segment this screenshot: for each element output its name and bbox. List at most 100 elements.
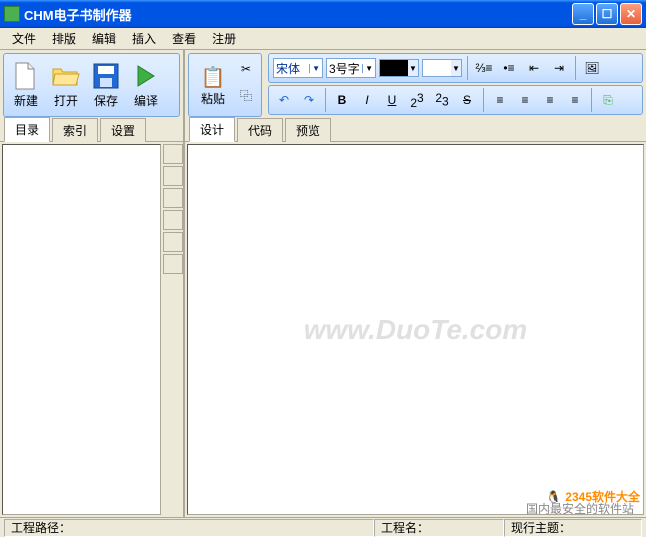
left-tabs: 目录 索引 设置 [0,120,183,142]
side-btn-5[interactable] [163,232,183,252]
font-family-combo[interactable]: 宋体▼ [273,58,323,78]
copy-icon: ⿻ [240,87,252,104]
outdent-icon: ⇤ [529,61,539,75]
chevron-down-icon: ▼ [408,60,418,76]
format-toolbar-row1: 宋体▼ 3号字▼ ▼ ▼ ⅔≡ •≡ ⇤ ⇥ 🖼 [268,53,643,83]
tab-toc[interactable]: 目录 [4,117,50,142]
tab-settings[interactable]: 设置 [100,118,146,142]
align-justify-button[interactable]: ≡ [564,89,586,111]
subscript-icon: 23 [435,91,448,108]
maximize-button[interactable]: ☐ [596,3,618,25]
insert-link-button[interactable]: ⎘ [597,89,619,111]
left-toolbar: 新建 打开 保存 编译 [3,53,180,117]
align-center-icon: ≡ [521,93,528,107]
tab-index[interactable]: 索引 [52,118,98,142]
side-btn-3[interactable] [163,188,183,208]
new-button[interactable]: 新建 [7,58,45,112]
undo-button[interactable]: ↶ [273,89,295,111]
right-tabs: 设计 代码 预览 [185,120,646,142]
side-btn-1[interactable] [163,144,183,164]
status-bar: 工程路径： 工程名： 现行主题： [0,517,646,537]
underline-icon: U [388,93,397,107]
font-size-combo[interactable]: 3号字▼ [326,58,376,78]
align-justify-icon: ≡ [571,93,578,107]
redo-icon: ↷ [304,93,314,107]
minimize-button[interactable]: _ [572,3,594,25]
status-current-topic: 现行主题： [504,519,642,537]
toc-side-buttons [163,142,183,517]
clipboard-icon: 📋 [201,65,226,90]
overlay-tagline: 国内最安全的软件站 [526,500,634,517]
strikethrough-icon: S [463,93,471,107]
chevron-down-icon: ▼ [309,64,320,73]
redo-button[interactable]: ↷ [298,89,320,111]
cut-button[interactable]: ✂ [235,58,257,80]
new-document-icon [12,62,40,90]
menu-register[interactable]: 注册 [204,28,244,49]
play-icon [132,62,160,90]
side-btn-6[interactable] [163,254,183,274]
numbered-list-button[interactable]: ⅔≡ [473,57,495,79]
separator [325,88,326,112]
paste-toolbar: 📋 粘贴 ✂ ⿻ [188,53,262,117]
align-right-button[interactable]: ≡ [539,89,561,111]
new-label: 新建 [14,92,38,109]
bullet-list-button[interactable]: •≡ [498,57,520,79]
separator [483,88,484,112]
side-btn-4[interactable] [163,210,183,230]
chevron-down-icon: ▼ [362,64,373,73]
menu-file[interactable]: 文件 [4,28,44,49]
tab-design[interactable]: 设计 [189,117,235,142]
save-button[interactable]: 保存 [87,58,125,112]
align-right-icon: ≡ [546,93,553,107]
strikethrough-button[interactable]: S [456,89,478,111]
tab-code[interactable]: 代码 [237,118,283,142]
left-content [0,142,183,517]
backcolor-picker[interactable]: ▼ [422,59,462,77]
align-left-button[interactable]: ≡ [489,89,511,111]
bold-icon: B [338,93,347,107]
outdent-button[interactable]: ⇤ [523,57,545,79]
subscript-button[interactable]: 23 [431,89,453,111]
undo-icon: ↶ [279,93,289,107]
scissors-icon: ✂ [241,62,251,76]
insert-image-button[interactable]: 🖼 [581,57,603,79]
menu-insert[interactable]: 插入 [124,28,164,49]
title-bar: CHM电子书制作器 _ ☐ ✕ [0,0,646,28]
forecolor-picker[interactable]: ▼ [379,59,419,77]
right-pane: 📋 粘贴 ✂ ⿻ 宋体▼ 3号字▼ ▼ ▼ ⅔≡ •≡ ⇤ [185,50,646,517]
separator [575,56,576,80]
superscript-icon: 23 [410,91,423,110]
indent-button[interactable]: ⇥ [548,57,570,79]
bold-button[interactable]: B [331,89,353,111]
copy-button[interactable]: ⿻ [235,84,257,106]
menu-view[interactable]: 查看 [164,28,204,49]
paste-button[interactable]: 📋 粘贴 [193,58,233,114]
tab-preview[interactable]: 预览 [285,118,331,142]
chevron-down-icon: ▼ [451,60,461,76]
align-center-button[interactable]: ≡ [514,89,536,111]
toc-tree[interactable] [2,144,161,515]
save-label: 保存 [94,92,118,109]
compile-label: 编译 [134,92,158,109]
menu-layout[interactable]: 排版 [44,28,84,49]
italic-button[interactable]: I [356,89,378,111]
editor-area[interactable]: www.DuoTe.com [187,144,644,515]
unordered-list-icon: •≡ [503,61,514,75]
forecolor-swatch [380,60,408,76]
align-left-icon: ≡ [496,93,503,107]
left-pane: 新建 打开 保存 编译 目录 索引 设置 [0,50,185,517]
side-btn-2[interactable] [163,166,183,186]
superscript-button[interactable]: 23 [406,89,428,111]
font-size-value: 3号字 [329,60,360,77]
close-button[interactable]: ✕ [620,3,642,25]
underline-button[interactable]: U [381,89,403,111]
image-icon: 🖼 [584,61,599,75]
compile-button[interactable]: 编译 [127,58,165,112]
menu-edit[interactable]: 编辑 [84,28,124,49]
open-button[interactable]: 打开 [47,58,85,112]
separator [591,88,592,112]
status-project-path: 工程路径： [4,519,374,537]
backcolor-swatch [423,60,451,76]
link-icon: ⎘ [603,93,613,108]
